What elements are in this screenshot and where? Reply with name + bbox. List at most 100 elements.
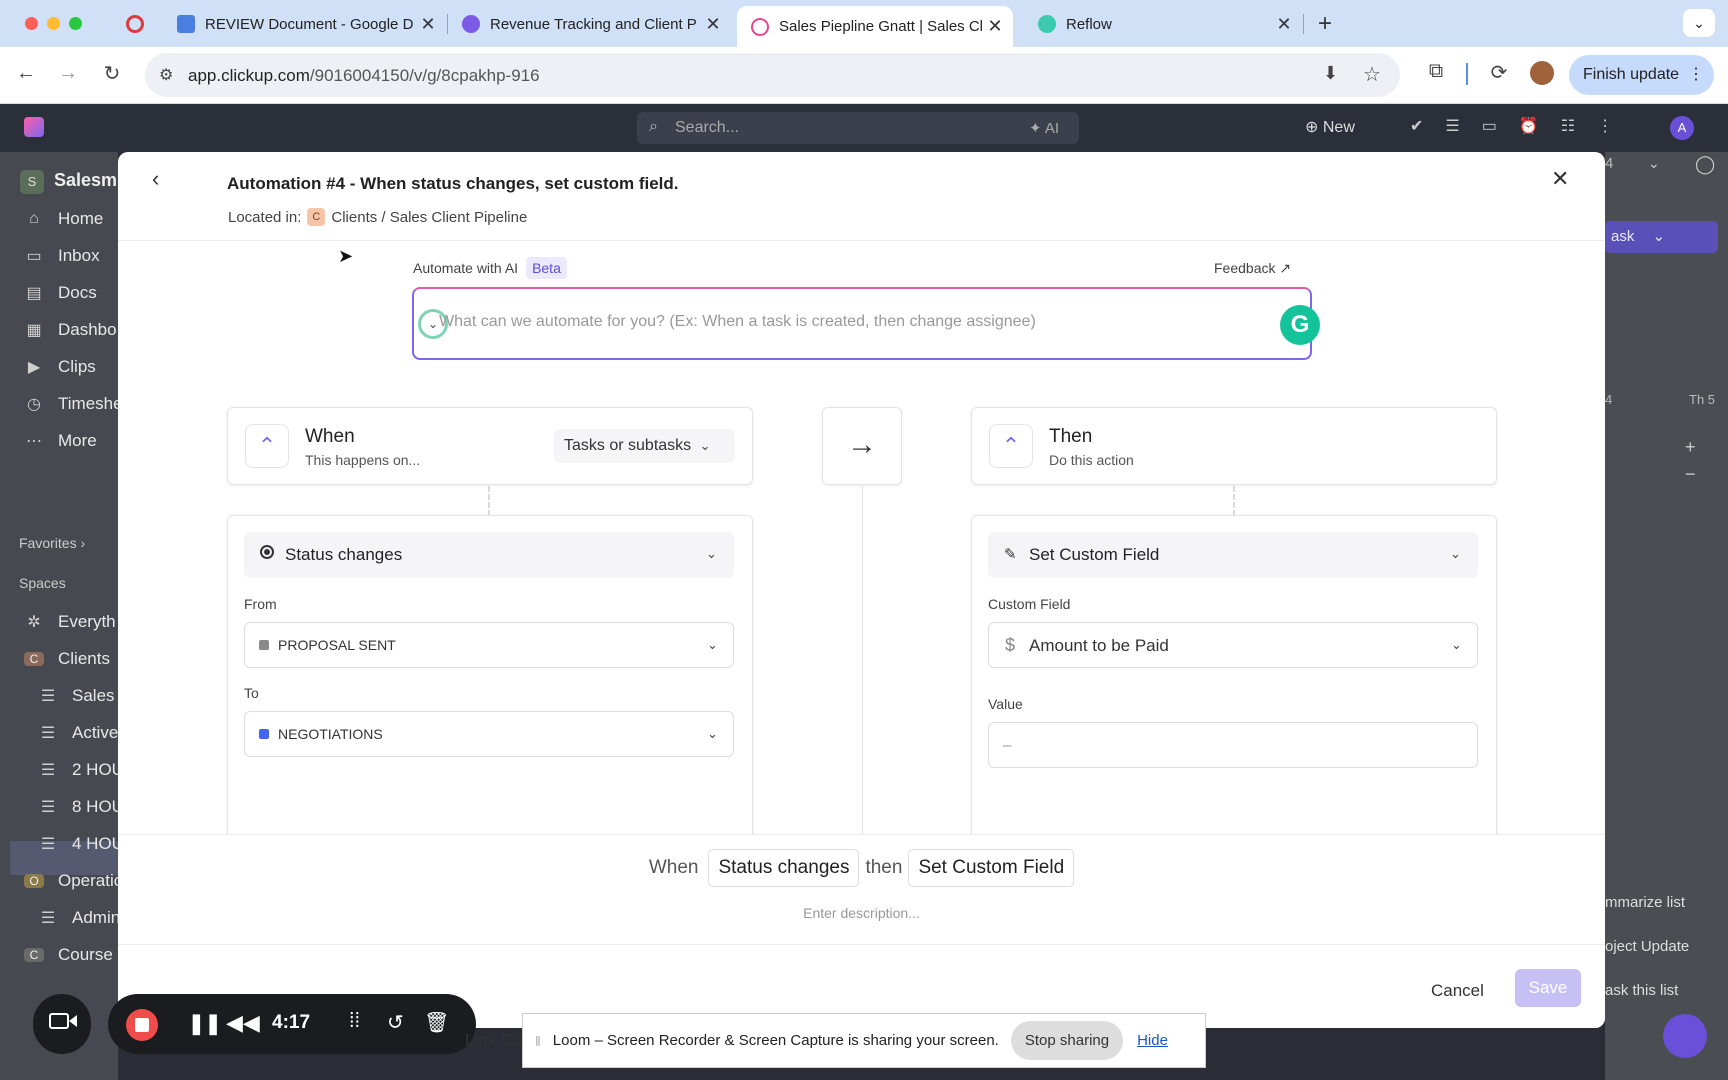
search-input[interactable]: ⌕ Search... ✦ AI bbox=[637, 112, 1079, 144]
clock-icon: ◷ bbox=[27, 396, 41, 413]
close-icon[interactable]: ✕ bbox=[703, 14, 723, 35]
from-status-select[interactable]: PROPOSAL SENT ⌄ bbox=[244, 622, 734, 668]
summary-bar: When Status changes then Set Custom Fiel… bbox=[118, 834, 1605, 944]
status-color-swatch bbox=[259, 729, 269, 739]
extension-icon[interactable]: ⟳ bbox=[1486, 60, 1512, 85]
sidebar-item-operations[interactable]: O Operatic bbox=[24, 871, 118, 891]
maximize-window-button[interactable] bbox=[69, 17, 82, 30]
chevron-down-icon: ⌄ bbox=[707, 726, 718, 741]
tab-sales-pipeline[interactable]: Sales Piepline Gnatt | Sales Cl ✕ bbox=[737, 6, 1013, 47]
action-select[interactable]: ✎ Set Custom Field ⌄ bbox=[988, 532, 1478, 578]
favorites-header[interactable]: Favorites › bbox=[19, 535, 85, 551]
sidebar-item-course[interactable]: C Course bbox=[24, 945, 118, 965]
back-icon[interactable]: ← bbox=[14, 62, 38, 85]
address-bar[interactable]: ⚙ app.clickup.com/9016004150/v/g/8cpakhp… bbox=[145, 53, 1400, 97]
app-top-bar: ⌕ Search... ✦ AI ⊕ New ✔☰▭⏰☷⋮ A bbox=[0, 104, 1728, 152]
extensions-icon[interactable]: ⧉ bbox=[1423, 60, 1449, 83]
tab-review-document[interactable]: REVIEW Document - Google D ✕ bbox=[163, 6, 446, 42]
pause-icon[interactable]: ❚❚ bbox=[188, 1011, 222, 1036]
minimize-window-button[interactable] bbox=[47, 17, 60, 30]
save-button[interactable]: Save bbox=[1515, 969, 1581, 1007]
sidebar-item-clients[interactable]: C Clients bbox=[24, 649, 118, 669]
finish-update-button[interactable]: Finish update ⋮ bbox=[1569, 55, 1714, 95]
rewind-icon[interactable]: ◀◀ bbox=[226, 1010, 260, 1036]
spaces-header: Spaces bbox=[19, 575, 66, 591]
close-window-button[interactable] bbox=[25, 17, 38, 30]
sidebar-item-clips[interactable]: ▶ Clips bbox=[24, 357, 118, 377]
tab-revenue-tracking[interactable]: Revenue Tracking and Client P ✕ bbox=[448, 6, 731, 42]
zoom-out-icon[interactable]: − bbox=[1685, 464, 1696, 485]
bookmark-star-icon[interactable]: ☆ bbox=[1363, 62, 1381, 87]
close-icon[interactable]: ✕ bbox=[418, 14, 438, 35]
sidebar-item-more[interactable]: ⋯ More bbox=[24, 431, 118, 451]
forward-icon[interactable]: → bbox=[56, 62, 80, 85]
tab-reflow[interactable]: Reflow ✕ bbox=[1024, 6, 1302, 42]
back-chevron-icon[interactable]: ‹ bbox=[152, 166, 159, 192]
cancel-button[interactable]: Cancel bbox=[1431, 981, 1484, 1001]
install-icon[interactable]: ⬇ bbox=[1323, 63, 1338, 84]
user-avatar[interactable]: A bbox=[1670, 116, 1694, 140]
workspace-avatar[interactable]: S bbox=[20, 170, 44, 194]
new-tab-button[interactable]: + bbox=[1312, 10, 1338, 38]
loom-camera-button[interactable] bbox=[33, 994, 91, 1054]
add-task-button[interactable]: ask ⌄ bbox=[1605, 221, 1718, 253]
chevron-down-icon: ⌄ bbox=[1451, 637, 1462, 652]
close-icon[interactable]: ✕ bbox=[1274, 14, 1294, 35]
clickup-gear-icon bbox=[462, 15, 480, 33]
when-card: ⌃ When This happens on... Tasks or subta… bbox=[227, 407, 753, 485]
value-input[interactable]: – bbox=[988, 722, 1478, 768]
header-tools[interactable]: ✔☰▭⏰☷⋮ bbox=[1410, 116, 1635, 136]
chevron-down-icon: ⌄ bbox=[1450, 546, 1461, 561]
close-modal-icon[interactable]: ✕ bbox=[1551, 166, 1569, 192]
feedback-link[interactable]: Feedback ↗ bbox=[1214, 260, 1291, 277]
zoom-in-icon[interactable]: + bbox=[1685, 437, 1696, 458]
drag-handle-icon[interactable]: ‖ bbox=[535, 1033, 541, 1049]
clickup-logo-icon[interactable] bbox=[24, 117, 44, 137]
trash-icon[interactable]: 🗑 bbox=[424, 1010, 449, 1035]
video-icon: ▶ bbox=[27, 359, 41, 376]
chevron-down-icon: ⌄ bbox=[1648, 155, 1660, 171]
description-input[interactable]: Enter description... bbox=[118, 905, 1605, 921]
ai-automation-input[interactable]: ⌄ What can we automate for you? (Ex: Whe… bbox=[412, 287, 1320, 360]
site-info-icon[interactable]: ⚙ bbox=[159, 65, 173, 85]
new-button[interactable]: ⊕ New bbox=[1305, 117, 1355, 137]
grammarly-icon[interactable]: G bbox=[1280, 305, 1320, 345]
dashboard-icon: ▦ bbox=[26, 322, 42, 339]
trigger-scope-select[interactable]: Tasks or subtasks ⌄ bbox=[554, 429, 735, 463]
status-color-swatch bbox=[259, 640, 269, 650]
clickup-icon: ⌃ bbox=[245, 424, 289, 468]
sidebar-item-home[interactable]: ⌂ Home bbox=[24, 209, 118, 229]
hide-button[interactable]: Hide bbox=[1137, 1032, 1168, 1049]
location-breadcrumb: Located in: C Clients / Sales Client Pip… bbox=[228, 208, 528, 226]
clickup-icon: ⌃ bbox=[989, 424, 1033, 468]
summary-trigger-chip[interactable]: Status changes bbox=[708, 849, 860, 887]
list-icon: ☰ bbox=[40, 725, 56, 742]
sidebar-item-dashboards[interactable]: ▦ Dashbo bbox=[24, 320, 118, 340]
restart-icon[interactable]: ↺ bbox=[387, 1010, 404, 1035]
sidebar-item-docs[interactable]: ▤ Docs bbox=[24, 283, 118, 303]
profile-avatar[interactable] bbox=[1530, 61, 1554, 85]
custom-field-select[interactable]: $ Amount to be Paid ⌄ bbox=[988, 622, 1478, 668]
reload-icon[interactable]: ↻ bbox=[100, 61, 124, 86]
loom-recording-icon[interactable] bbox=[126, 15, 144, 33]
clickup-icon bbox=[751, 17, 769, 36]
dollar-icon: $ bbox=[1005, 635, 1016, 655]
sidebar-item-inbox[interactable]: ▭ Inbox bbox=[24, 246, 118, 266]
drawing-icon[interactable]: ⁞⁞ bbox=[349, 1010, 360, 1033]
list-icon: ☰ bbox=[40, 910, 56, 927]
chevron-down-icon: ⌄ bbox=[707, 637, 718, 652]
sidebar-item-everything[interactable]: ✲ Everyth bbox=[24, 612, 118, 632]
inbox-icon: ▭ bbox=[26, 248, 42, 265]
summary-action-chip[interactable]: Set Custom Field bbox=[908, 849, 1075, 887]
tab-search-button[interactable]: ⌄ bbox=[1683, 9, 1715, 37]
trigger-select[interactable]: Status changes ⌄ bbox=[244, 532, 734, 578]
workspace-name[interactable]: Salesm bbox=[54, 170, 117, 191]
sidebar-item-timesheets[interactable]: ◷ Timeshe bbox=[24, 394, 118, 414]
close-icon[interactable]: ✕ bbox=[985, 16, 1005, 37]
to-status-select[interactable]: NEGOTIATIONS ⌄ bbox=[244, 711, 734, 757]
stop-recording-button[interactable] bbox=[126, 1009, 158, 1041]
google-docs-icon bbox=[177, 15, 195, 33]
stop-sharing-button[interactable]: Stop sharing bbox=[1010, 1021, 1124, 1060]
location-link[interactable]: Clients / Sales Client Pipeline bbox=[331, 209, 527, 226]
ai-assistant-icon[interactable] bbox=[1663, 1014, 1707, 1058]
